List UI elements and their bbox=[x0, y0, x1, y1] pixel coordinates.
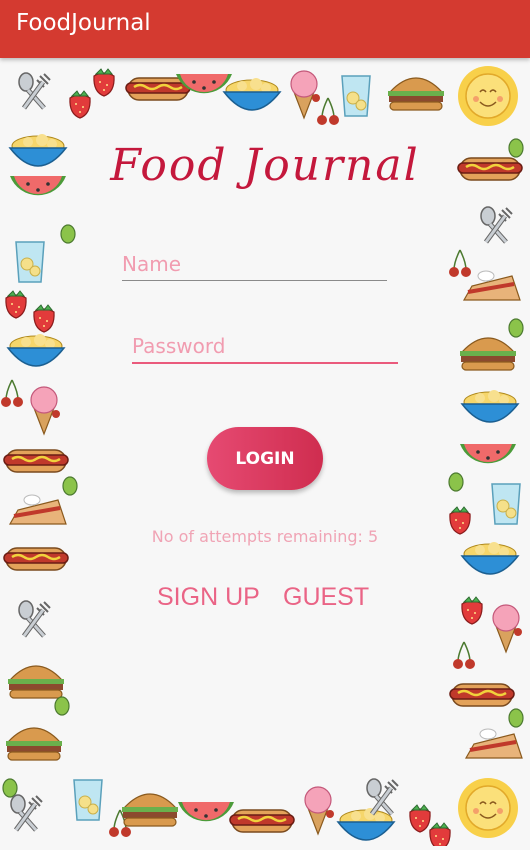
sign-up-button[interactable]: SIGN UP bbox=[157, 583, 260, 612]
login-button[interactable]: LOGIN bbox=[207, 427, 323, 490]
app-bar: FoodJournal bbox=[0, 0, 530, 58]
guest-button[interactable]: GUEST bbox=[283, 583, 369, 612]
password-input[interactable] bbox=[132, 330, 398, 364]
form-title: Food Journal bbox=[110, 140, 420, 191]
name-input[interactable] bbox=[122, 248, 387, 281]
attempts-remaining-text: No of attempts remaining: 5 bbox=[151, 527, 379, 546]
app-title: FoodJournal bbox=[16, 10, 151, 36]
